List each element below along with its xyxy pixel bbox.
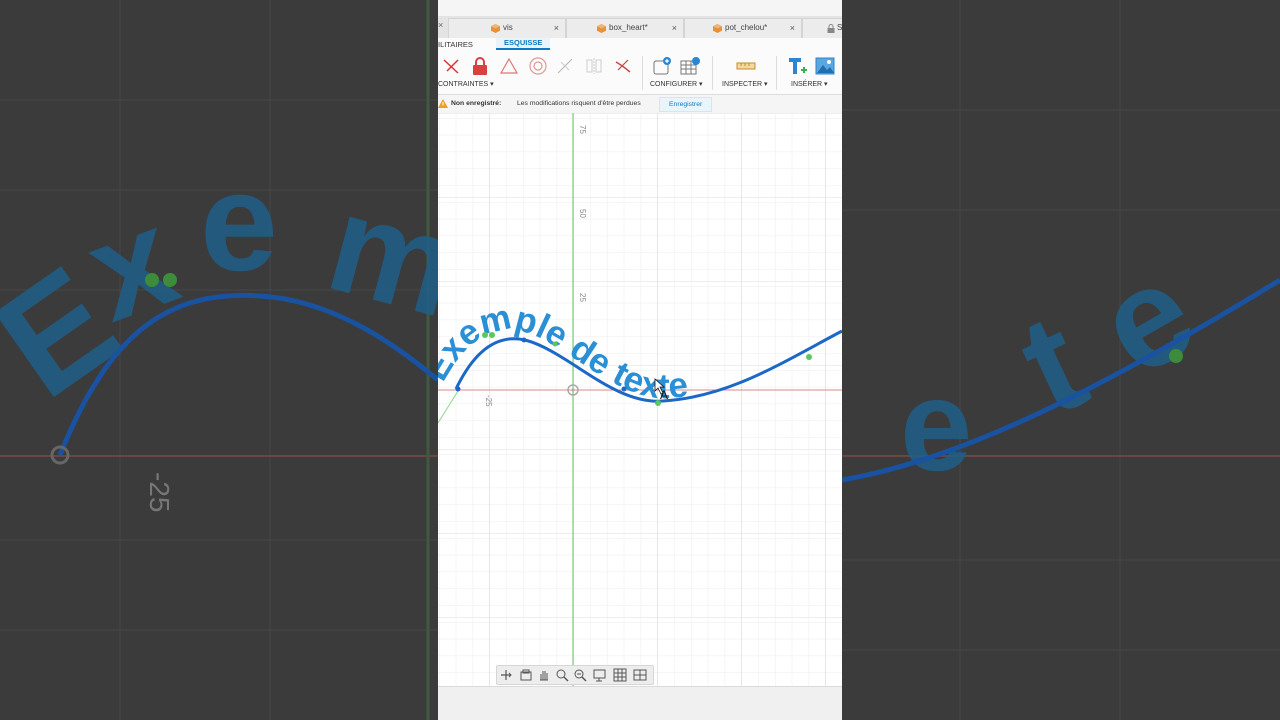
tangent-handle[interactable]: [552, 341, 558, 347]
sketch-toolbar: CONTRAINTES ▾ CONFIGURER ▾ INSPECTER ▾ I…: [438, 52, 842, 95]
navigation-bar: [496, 665, 654, 685]
tab-utilities[interactable]: ILITAIRES: [438, 40, 473, 49]
equal-triangle-icon[interactable]: [499, 56, 519, 76]
spline-point[interactable]: [521, 337, 527, 343]
warning-icon: [438, 99, 448, 108]
component-cube-icon: [713, 24, 722, 33]
tab-label: pot_chelou*: [725, 23, 768, 32]
symmetry-icon[interactable]: [584, 56, 604, 76]
orbit-icon[interactable]: [499, 668, 513, 682]
save-button[interactable]: Enregistrer: [659, 97, 713, 112]
svg-text:e: e: [200, 143, 278, 300]
tab-vis[interactable]: vis ×: [448, 18, 566, 38]
ribbon-tab-row: ILITAIRES ESQUISSE: [438, 38, 842, 52]
spline-point[interactable]: [455, 386, 461, 392]
concentric-icon[interactable]: [528, 56, 548, 76]
measure-icon[interactable]: [736, 56, 756, 76]
close-icon[interactable]: ×: [790, 19, 795, 37]
constraints-group-label[interactable]: CONTRAINTES ▾: [438, 80, 494, 88]
close-icon[interactable]: ×: [554, 19, 559, 37]
tangent-handle[interactable]: [806, 354, 812, 360]
axis-tick-25: 25: [578, 293, 587, 302]
component-cube-icon: [597, 24, 606, 33]
origin-center: [571, 388, 575, 392]
tab-sketch[interactable]: ESQUISSE: [496, 38, 551, 50]
component-cube-icon: [491, 24, 500, 33]
configure-icon[interactable]: [652, 56, 672, 76]
document-tab-bar: × vis × box_heart* × pot_chelou* × S: [438, 16, 842, 39]
svg-text:-25: -25: [144, 472, 175, 512]
midpoint-icon[interactable]: [555, 56, 575, 76]
toolbar-separator: [642, 56, 643, 90]
lock-icon: [827, 24, 835, 33]
axis-tick-50: 50: [578, 209, 587, 218]
look-at-icon[interactable]: [519, 668, 533, 682]
pan-icon[interactable]: [537, 668, 551, 682]
insert-image-icon[interactable]: [815, 56, 835, 76]
viewports-icon[interactable]: [633, 668, 647, 682]
configure-group-label[interactable]: CONFIGURER ▾: [650, 80, 703, 88]
insert-group-label[interactable]: INSÉRER ▾: [791, 80, 828, 88]
tab-label: S: [837, 23, 842, 32]
tab-box-heart[interactable]: box_heart* ×: [566, 18, 684, 38]
unsaved-status: Non enregistré:: [451, 100, 502, 107]
tab-label: box_heart*: [609, 23, 648, 32]
coincident-icon[interactable]: [441, 56, 461, 76]
fusion-app-window: × vis × box_heart* × pot_chelou* × S ILI…: [438, 0, 842, 720]
cursor-label: A: [660, 388, 668, 402]
toolbar-separator: [776, 56, 777, 90]
zoom-window-icon[interactable]: [555, 668, 569, 682]
tab-label: vis: [503, 23, 513, 32]
tab-scroll-left[interactable]: ×: [438, 20, 443, 30]
unsaved-message: Les modifications risquent d'être perdue…: [517, 100, 641, 107]
tangent-handle[interactable]: [489, 332, 495, 338]
unsaved-notice: Non enregistré: Les modifications risque…: [438, 95, 842, 112]
fix-lock-icon[interactable]: [470, 56, 490, 76]
inspect-group-label[interactable]: INSPECTER ▾: [722, 80, 768, 88]
grid-icon[interactable]: [613, 668, 627, 682]
tab-locked[interactable]: S: [802, 18, 842, 38]
bottom-strip: [438, 686, 842, 720]
zoom-icon[interactable]: [573, 668, 587, 682]
tab-pot-chelou[interactable]: pot_chelou* ×: [684, 18, 802, 38]
insert-derive-icon[interactable]: [787, 56, 807, 76]
spline-point[interactable]: [621, 386, 627, 392]
tangent-handle[interactable]: [482, 332, 488, 338]
parameters-table-icon[interactable]: [680, 56, 700, 76]
axis-tick-neg25: -25: [484, 395, 493, 407]
toolbar-separator: [712, 56, 713, 90]
tangent-icon[interactable]: [613, 56, 633, 76]
axis-tick-75: 75: [578, 125, 587, 134]
display-settings-icon[interactable]: [593, 668, 607, 682]
svg-text:e: e: [900, 352, 972, 498]
close-icon[interactable]: ×: [672, 19, 677, 37]
sketch-canvas[interactable]: 75 50 25 -25 Exemple de texte A: [438, 113, 842, 686]
